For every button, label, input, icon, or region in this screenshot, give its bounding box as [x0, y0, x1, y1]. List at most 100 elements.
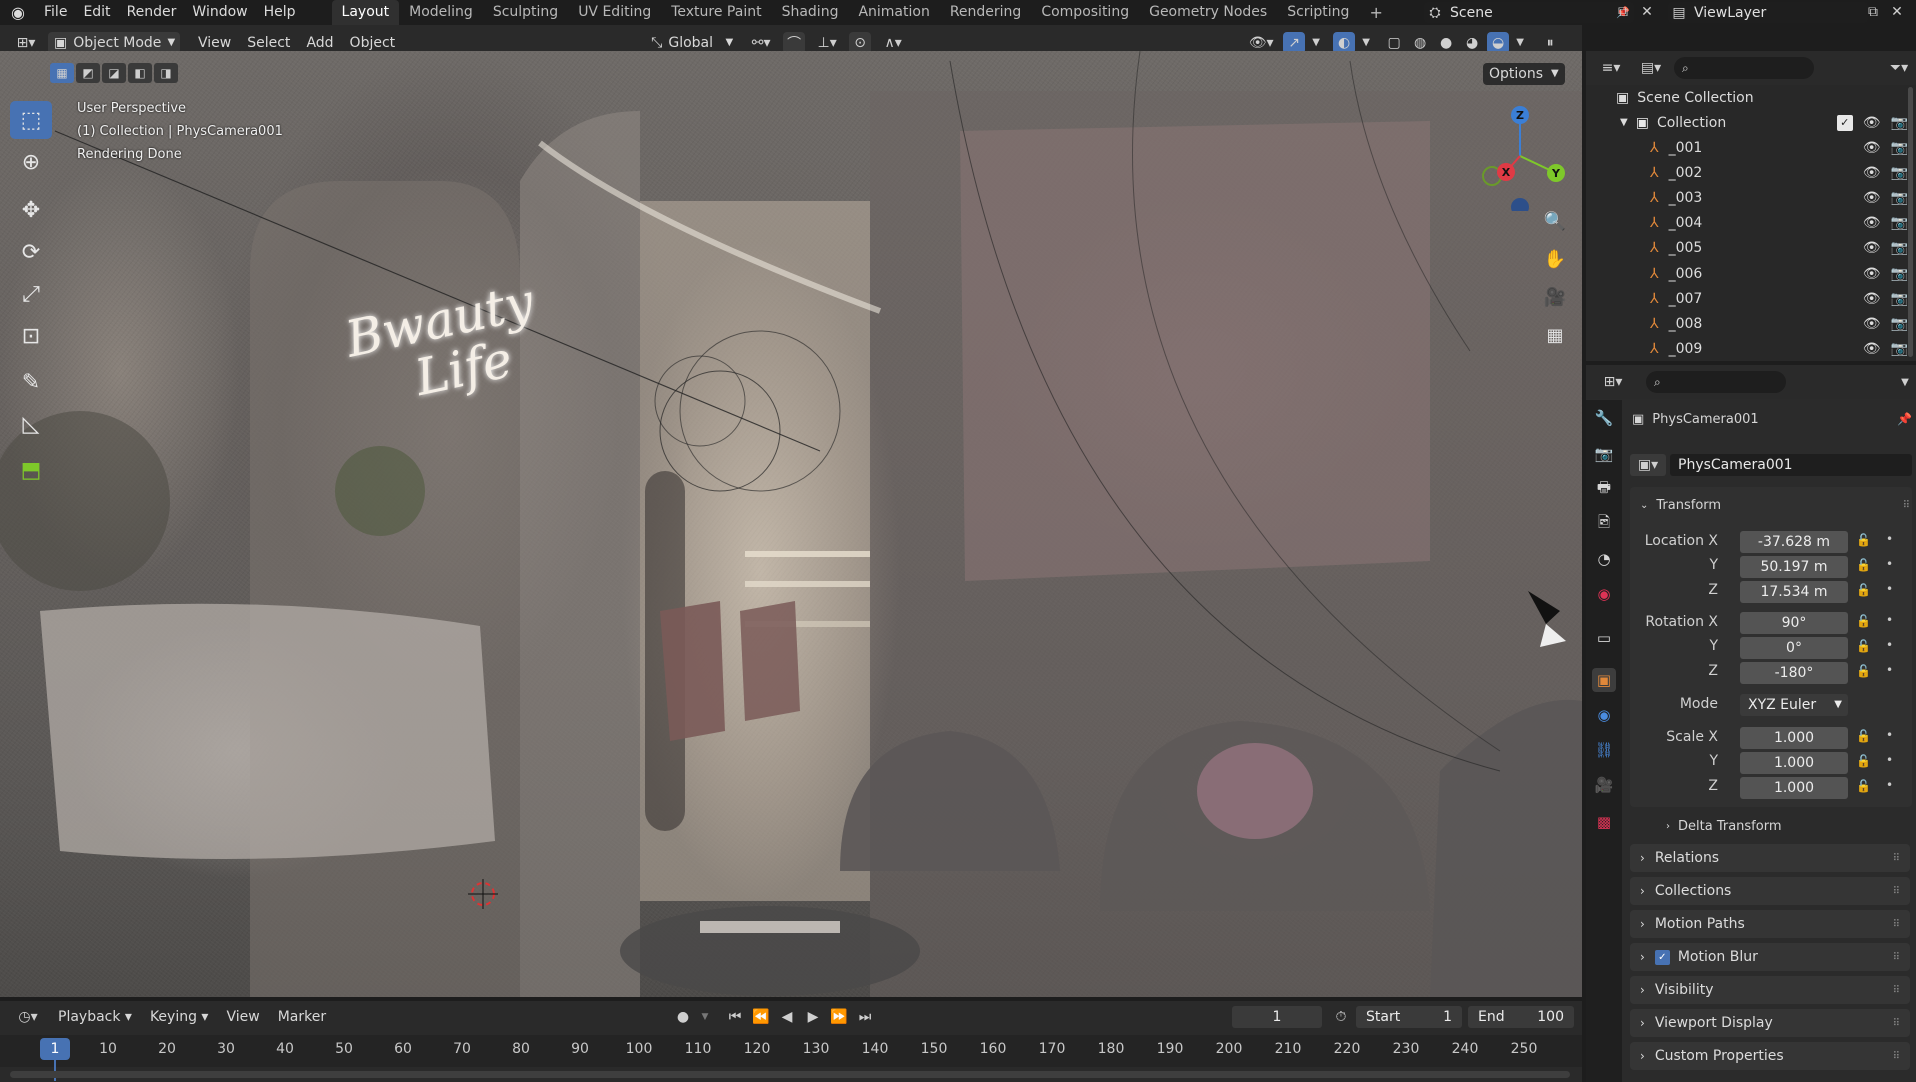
eye-icon[interactable]: 👁 — [1863, 266, 1881, 282]
delete-view-layer-icon[interactable]: ✕ — [1886, 1, 1908, 23]
tool-tab-icon[interactable]: 🔧 — [1592, 406, 1616, 430]
eye-icon[interactable]: 👁 — [1863, 165, 1881, 181]
tool-measure[interactable]: ◺ — [10, 405, 52, 443]
drag-handle-icon[interactable]: ⠿ — [1893, 886, 1900, 897]
outliner-editor-type-icon[interactable]: ≡▾ — [1594, 57, 1628, 79]
display-mode-icon[interactable]: ▤▾ — [1634, 57, 1668, 79]
select-intersect-icon[interactable]: ◨ — [154, 63, 178, 83]
lock-icon[interactable]: 🔓 — [1856, 779, 1871, 793]
drag-handle-icon[interactable]: ⠿ — [1893, 919, 1900, 930]
add-workspace-icon[interactable]: + — [1359, 0, 1392, 25]
tool-move[interactable]: ✥ — [10, 191, 52, 229]
outliner-item[interactable]: ⅄ _009 👁 📷 — [1586, 337, 1916, 362]
menu-window[interactable]: Window — [184, 0, 255, 25]
render-camera-icon[interactable]: 📷 — [1891, 190, 1908, 206]
keyframe-dot-icon[interactable]: • — [1886, 728, 1893, 742]
transform-panel-header[interactable]: ⌄ Transform ⠿ — [1640, 495, 1910, 515]
output-tab-icon[interactable]: 🖶 — [1592, 477, 1616, 501]
drag-handle-icon[interactable]: ⠿ — [1893, 985, 1900, 996]
location-z-field[interactable]: 17.534 m — [1740, 581, 1848, 603]
delete-scene-icon[interactable]: ✕ — [1636, 1, 1658, 23]
panel-viewport-display[interactable]: › Viewport Display ⠿ — [1630, 1009, 1910, 1037]
lock-icon[interactable]: 🔓 — [1856, 639, 1871, 653]
menu-edit[interactable]: Edit — [75, 0, 118, 25]
eye-icon[interactable]: 👁 — [1863, 115, 1881, 131]
outliner-item[interactable]: ⅄ _001 👁 📷 — [1586, 135, 1916, 160]
panel-collections[interactable]: › Collections ⠿ — [1630, 877, 1910, 905]
current-frame-field[interactable]: 1 — [1232, 1006, 1322, 1028]
tool-transform[interactable]: ⊡ — [10, 317, 52, 355]
pin-icon[interactable]: 📌 — [1897, 412, 1912, 426]
texture-tab-icon[interactable]: ▩ — [1592, 810, 1616, 834]
new-view-layer-icon[interactable]: ⧉ — [1862, 1, 1884, 23]
tab-geometry-nodes[interactable]: Geometry Nodes — [1139, 0, 1277, 25]
drag-handle-icon[interactable]: ⠿ — [1903, 500, 1910, 511]
3d-viewport[interactable]: Bwauty Life ▦ ◩ ◪ ◧ ◨ Options ▼ User Per… — [0, 51, 1582, 997]
tool-cursor[interactable]: ⊕ — [10, 143, 52, 181]
keyframe-dot-icon[interactable]: • — [1886, 582, 1893, 596]
blender-logo-icon[interactable]: ◉ — [0, 0, 36, 25]
render-tab-icon[interactable]: 📷 — [1592, 442, 1616, 466]
tool-select-box[interactable]: ⬚ — [10, 101, 52, 139]
lock-icon[interactable]: 🔓 — [1856, 754, 1871, 768]
menu-playback[interactable]: Playback ▾ — [52, 1006, 138, 1028]
outliner-item[interactable]: ⅄ _005 👁 📷 — [1586, 236, 1916, 261]
tab-scripting[interactable]: Scripting — [1277, 0, 1359, 25]
render-camera-icon[interactable]: 📷 — [1891, 240, 1908, 256]
tab-animation[interactable]: Animation — [848, 0, 939, 25]
clock-icon[interactable]: ⏱ — [1330, 1006, 1352, 1028]
panel-custom-properties[interactable]: › Custom Properties ⠿ — [1630, 1042, 1910, 1070]
drag-handle-icon[interactable]: ⠿ — [1893, 1018, 1900, 1029]
keyframe-dot-icon[interactable]: • — [1886, 663, 1893, 677]
rotation-z-field[interactable]: -180° — [1740, 662, 1848, 684]
zoom-icon[interactable]: 🔍 — [1540, 206, 1570, 236]
tab-sculpting[interactable]: Sculpting — [483, 0, 568, 25]
object-name-field[interactable] — [1670, 454, 1912, 476]
physics-tab-icon[interactable]: ◉ — [1592, 703, 1616, 727]
timeline-scrollbar[interactable] — [10, 1071, 1570, 1078]
render-camera-icon[interactable]: 📷 — [1891, 165, 1908, 181]
drag-handle-icon[interactable]: ⠿ — [1893, 853, 1900, 864]
keyframe-dot-icon[interactable]: • — [1886, 532, 1893, 546]
render-camera-icon[interactable]: 📷 — [1891, 316, 1908, 332]
outliner-scene-collection[interactable]: ▣ Scene Collection — [1586, 85, 1916, 110]
collection-tab-icon[interactable]: ▭ — [1592, 626, 1616, 650]
outliner-item[interactable]: ⅄ _004 👁 📷 — [1586, 211, 1916, 236]
tool-rotate[interactable]: ⟳ — [10, 233, 52, 271]
eye-icon[interactable]: 👁 — [1863, 291, 1881, 307]
menu-timeline-view[interactable]: View — [220, 1006, 265, 1028]
end-frame-field[interactable]: End 100 — [1468, 1006, 1574, 1028]
prev-keyframe-icon[interactable]: ⏪ — [750, 1006, 772, 1028]
playhead[interactable]: 1 — [40, 1038, 70, 1060]
rotation-y-field[interactable]: 0° — [1740, 637, 1848, 659]
keyframe-dot-icon[interactable]: • — [1886, 753, 1893, 767]
location-x-field[interactable]: -37.628 m — [1740, 531, 1848, 553]
drag-handle-icon[interactable]: ⠿ — [1893, 952, 1900, 963]
keyframe-dot-icon[interactable]: • — [1886, 778, 1893, 792]
lock-icon[interactable]: 🔓 — [1856, 558, 1871, 572]
location-y-field[interactable]: 50.197 m — [1740, 556, 1848, 578]
record-icon[interactable]: ● — [672, 1006, 694, 1028]
outliner-scrollbar[interactable] — [1908, 87, 1913, 357]
tab-texture-paint[interactable]: Texture Paint — [661, 0, 771, 25]
eye-icon[interactable]: 👁 — [1863, 316, 1881, 332]
tab-layout[interactable]: Layout — [331, 0, 400, 25]
navigation-gizmo[interactable]: Z Y X — [1470, 101, 1580, 211]
chevron-down-icon[interactable]: ▼ — [1894, 371, 1916, 393]
render-camera-icon[interactable]: 📷 — [1891, 291, 1908, 307]
camera-view-icon[interactable]: 🎥 — [1540, 282, 1570, 312]
object-browse-icon[interactable]: ▣▾ — [1630, 454, 1666, 476]
properties-editor-type-icon[interactable]: ⊞▾ — [1596, 371, 1630, 393]
outliner-collection[interactable]: ▼ ▣ Collection ✓ 👁 📷 — [1586, 110, 1916, 135]
panel-relations[interactable]: › Relations ⠿ — [1630, 844, 1910, 872]
chevron-down-icon[interactable]: ▼ — [698, 1006, 712, 1028]
tab-compositing[interactable]: Compositing — [1031, 0, 1139, 25]
properties-search-input[interactable]: ⌕ — [1646, 371, 1786, 393]
lock-icon[interactable]: 🔓 — [1856, 583, 1871, 597]
world-tab-icon[interactable]: ◉ — [1592, 582, 1616, 606]
outliner-item[interactable]: ⅄ _006 👁 📷 — [1586, 261, 1916, 286]
next-keyframe-icon[interactable]: ⏩ — [828, 1006, 850, 1028]
panel-motion-paths[interactable]: › Motion Paths ⠿ — [1630, 910, 1910, 938]
render-camera-icon[interactable]: 📷 — [1891, 215, 1908, 231]
view-layer-tab-icon[interactable]: 🖻 — [1592, 512, 1616, 536]
